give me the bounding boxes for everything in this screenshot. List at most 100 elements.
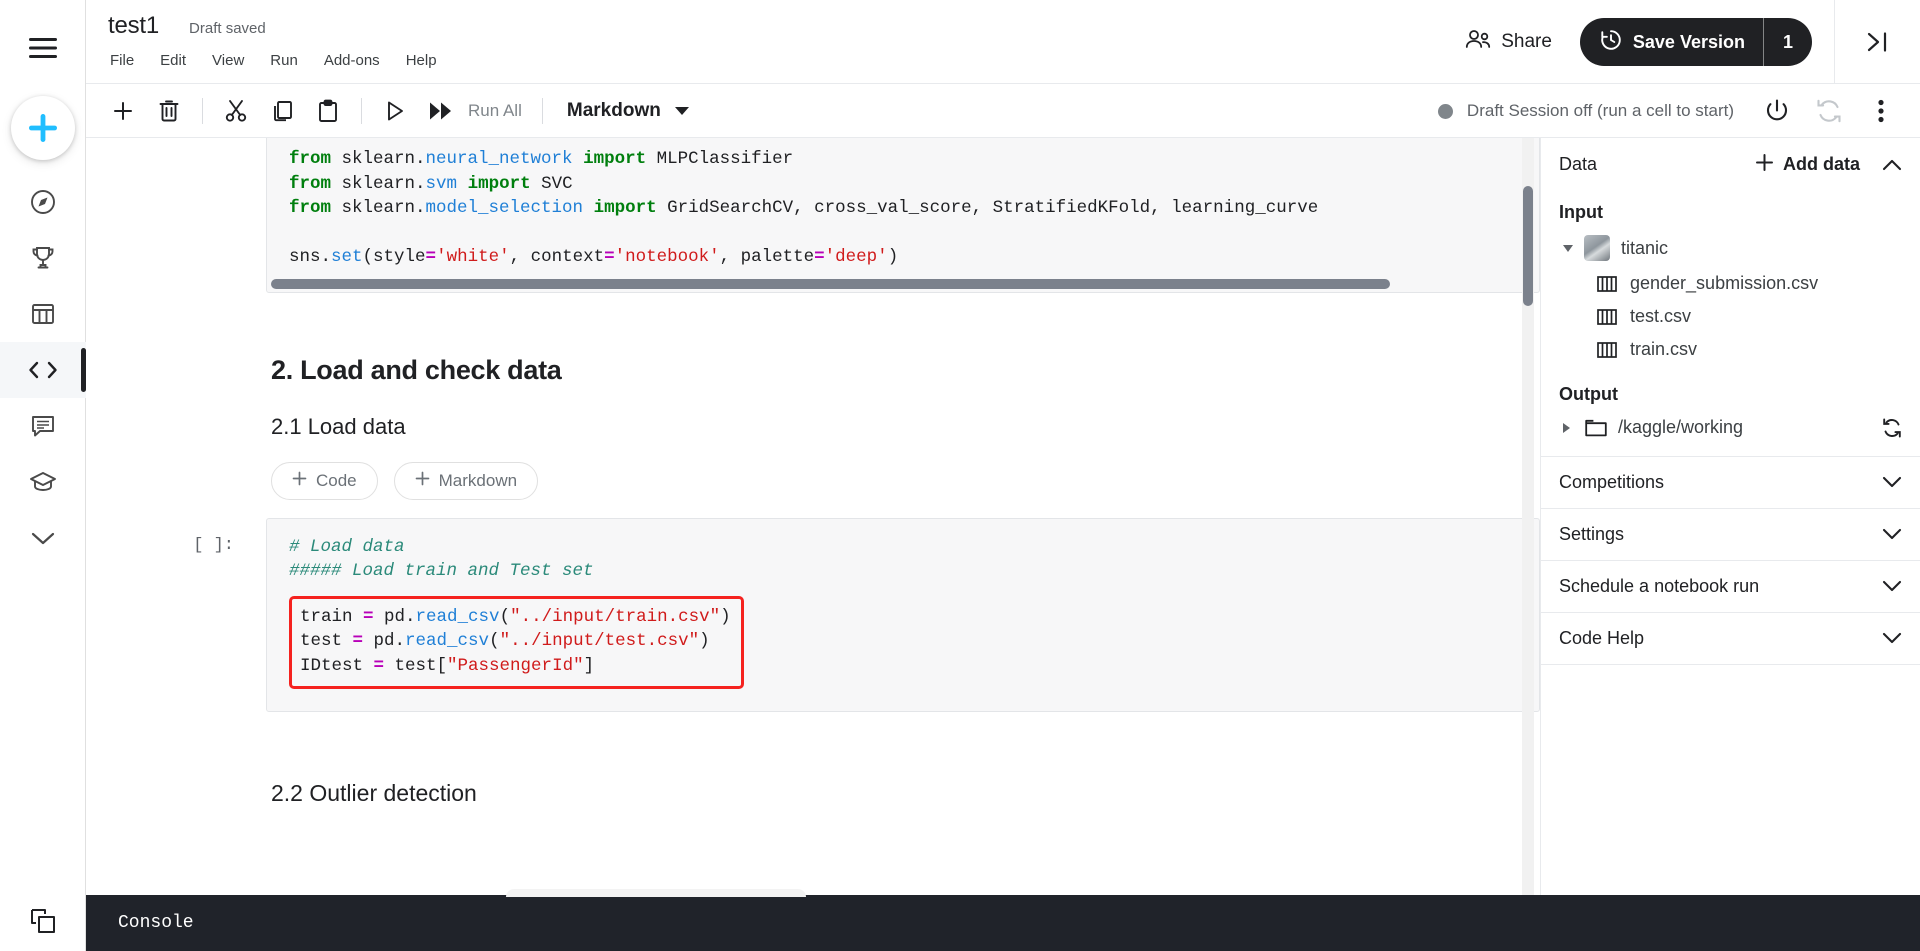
sidebar-item-datasets[interactable] [0, 286, 86, 342]
highlighted-code-region: train = pd.read_csv("../input/train.csv"… [289, 595, 744, 689]
title-row: test1 Draft saved [108, 12, 439, 40]
toolbar-right: Draft Session off (run a cell to start) [1437, 84, 1904, 138]
file-name: train.csv [1630, 339, 1698, 359]
save-version-label: Save Version [1632, 31, 1745, 52]
run-all-icon[interactable] [418, 91, 464, 131]
version-history-icon [1600, 29, 1622, 56]
run-cell-icon[interactable] [372, 91, 418, 131]
cell-type-label: Markdown [566, 99, 661, 121]
add-code-label: Code [316, 470, 357, 490]
file-name: gender_submission.csv [1630, 273, 1819, 293]
add-cell-icon[interactable] [100, 91, 146, 131]
header-left: test1 Draft saved File Edit View Run Add… [86, 0, 439, 71]
code-block-imports[interactable]: from sklearn.neural_network import MLPCl… [266, 138, 1540, 293]
plus-icon [292, 471, 307, 491]
output-path: /kaggle/working [1618, 417, 1744, 437]
file-row-train-csv[interactable]: train.csv [1541, 333, 1920, 366]
add-data-button[interactable]: Add data [1755, 153, 1860, 177]
code-hscrollbar-track[interactable] [267, 275, 1539, 292]
menu-addons[interactable]: Add-ons [322, 50, 382, 71]
file-row-test-csv[interactable]: test.csv [1541, 300, 1920, 333]
sidebar-item-more[interactable] [0, 510, 86, 566]
console-corner [0, 895, 86, 951]
share-button[interactable]: Share [1455, 21, 1562, 63]
console-tab-notch [506, 889, 806, 897]
session-status-text: Draft Session off (run a cell to start) [1466, 101, 1734, 120]
hamburger-menu-icon[interactable] [15, 20, 71, 76]
csv-file-icon [1597, 275, 1619, 293]
sidebar-item-explore[interactable] [0, 174, 86, 230]
menu-edit[interactable]: Edit [158, 50, 188, 71]
console-toggle-icon[interactable] [28, 906, 58, 941]
sidebar-item-learn[interactable] [0, 454, 86, 510]
data-panel: Data Add data Input titanic gender_submi… [1540, 138, 1920, 951]
cell-prompt: [ ]: [193, 535, 234, 555]
main-area: test1 Draft saved File Edit View Run Add… [86, 0, 1920, 951]
code-scroll-area: from sklearn.neural_network import MLPCl… [267, 138, 1539, 276]
save-version-button[interactable]: Save Version 1 [1579, 18, 1812, 66]
data-panel-header: Data Add data [1541, 138, 1920, 192]
accordion-competitions[interactable]: Competitions [1541, 457, 1920, 509]
toolbar-divider-1 [202, 97, 203, 124]
cell-type-dropdown[interactable]: Markdown [567, 100, 689, 122]
create-button[interactable] [10, 96, 75, 160]
more-options-icon[interactable] [1858, 91, 1904, 131]
page-scrollbar-thumb[interactable] [1523, 186, 1533, 306]
power-icon[interactable] [1754, 91, 1800, 131]
code-hscrollbar-thumb[interactable] [271, 278, 1391, 289]
menu-view[interactable]: View [210, 50, 246, 71]
console-label: Console [118, 913, 194, 933]
accordion-code-help[interactable]: Code Help [1541, 613, 1920, 665]
version-count-badge[interactable]: 1 [1764, 32, 1812, 53]
status-dot [1437, 103, 1453, 119]
notebook-body: from sklearn.neural_network import MLPCl… [86, 138, 1920, 951]
refresh-icon[interactable] [1882, 418, 1902, 438]
file-name: test.csv [1630, 306, 1692, 326]
people-icon [1465, 29, 1491, 55]
menu-run[interactable]: Run [268, 50, 300, 71]
accordion-settings[interactable]: Settings [1541, 509, 1920, 561]
folder-icon [1585, 419, 1607, 437]
chevron-down-icon [1882, 632, 1902, 645]
csv-file-icon [1597, 341, 1619, 359]
add-data-label: Add data [1782, 154, 1860, 174]
accordion-label: Code Help [1559, 628, 1645, 648]
dataset-titanic-row[interactable]: titanic [1541, 229, 1920, 267]
sidebar-item-code[interactable] [0, 342, 86, 398]
collapse-data-panel-icon[interactable] [1882, 158, 1902, 171]
menu-bar: File Edit View Run Add-ons Help [108, 50, 439, 71]
paste-cell-icon[interactable] [305, 91, 351, 131]
code-block-load-data[interactable]: # Load data ##### Load train and Test se… [266, 517, 1540, 712]
notebook-header: test1 Draft saved File Edit View Run Add… [86, 0, 1920, 84]
plus-icon [1755, 153, 1774, 177]
page-scrollbar-track[interactable] [1522, 138, 1534, 951]
cut-cell-icon[interactable] [213, 91, 259, 131]
output-folder-row[interactable]: /kaggle/working [1541, 411, 1920, 444]
accordion-label: Competitions [1559, 472, 1665, 492]
save-version-main[interactable]: Save Version [1580, 29, 1763, 56]
restart-icon[interactable] [1806, 91, 1852, 131]
code-text-load-data: train = pd.read_csv("../input/train.csv"… [300, 606, 731, 676]
menu-help[interactable]: Help [404, 50, 439, 71]
page-title[interactable]: test1 [108, 12, 159, 40]
copy-cell-icon[interactable] [259, 91, 305, 131]
console-bar[interactable]: Console [86, 889, 1920, 951]
accordion-schedule-notebook-run[interactable]: Schedule a notebook run [1541, 561, 1920, 613]
chevron-expanded-icon[interactable] [1563, 244, 1573, 252]
add-markdown-cell-button[interactable]: Markdown [393, 461, 539, 500]
delete-cell-icon[interactable] [146, 91, 192, 131]
sidebar-item-discussions[interactable] [0, 398, 86, 454]
output-section-label: Output [1559, 384, 1618, 404]
toolbar-divider-2 [361, 97, 362, 124]
menu-file[interactable]: File [108, 50, 136, 71]
collapse-right-panel-button[interactable] [1834, 0, 1920, 84]
run-all-label[interactable]: Run All [464, 101, 532, 121]
chevron-down-icon [1882, 528, 1902, 541]
accordion-label: Settings [1559, 524, 1625, 544]
sidebar-item-competitions[interactable] [0, 230, 86, 286]
input-section-label: Input [1559, 202, 1603, 222]
chevron-collapsed-icon[interactable] [1563, 422, 1570, 433]
file-row-gender-submission[interactable]: gender_submission.csv [1541, 267, 1920, 300]
add-markdown-label: Markdown [438, 470, 518, 490]
add-code-cell-button[interactable]: Code [271, 461, 378, 500]
